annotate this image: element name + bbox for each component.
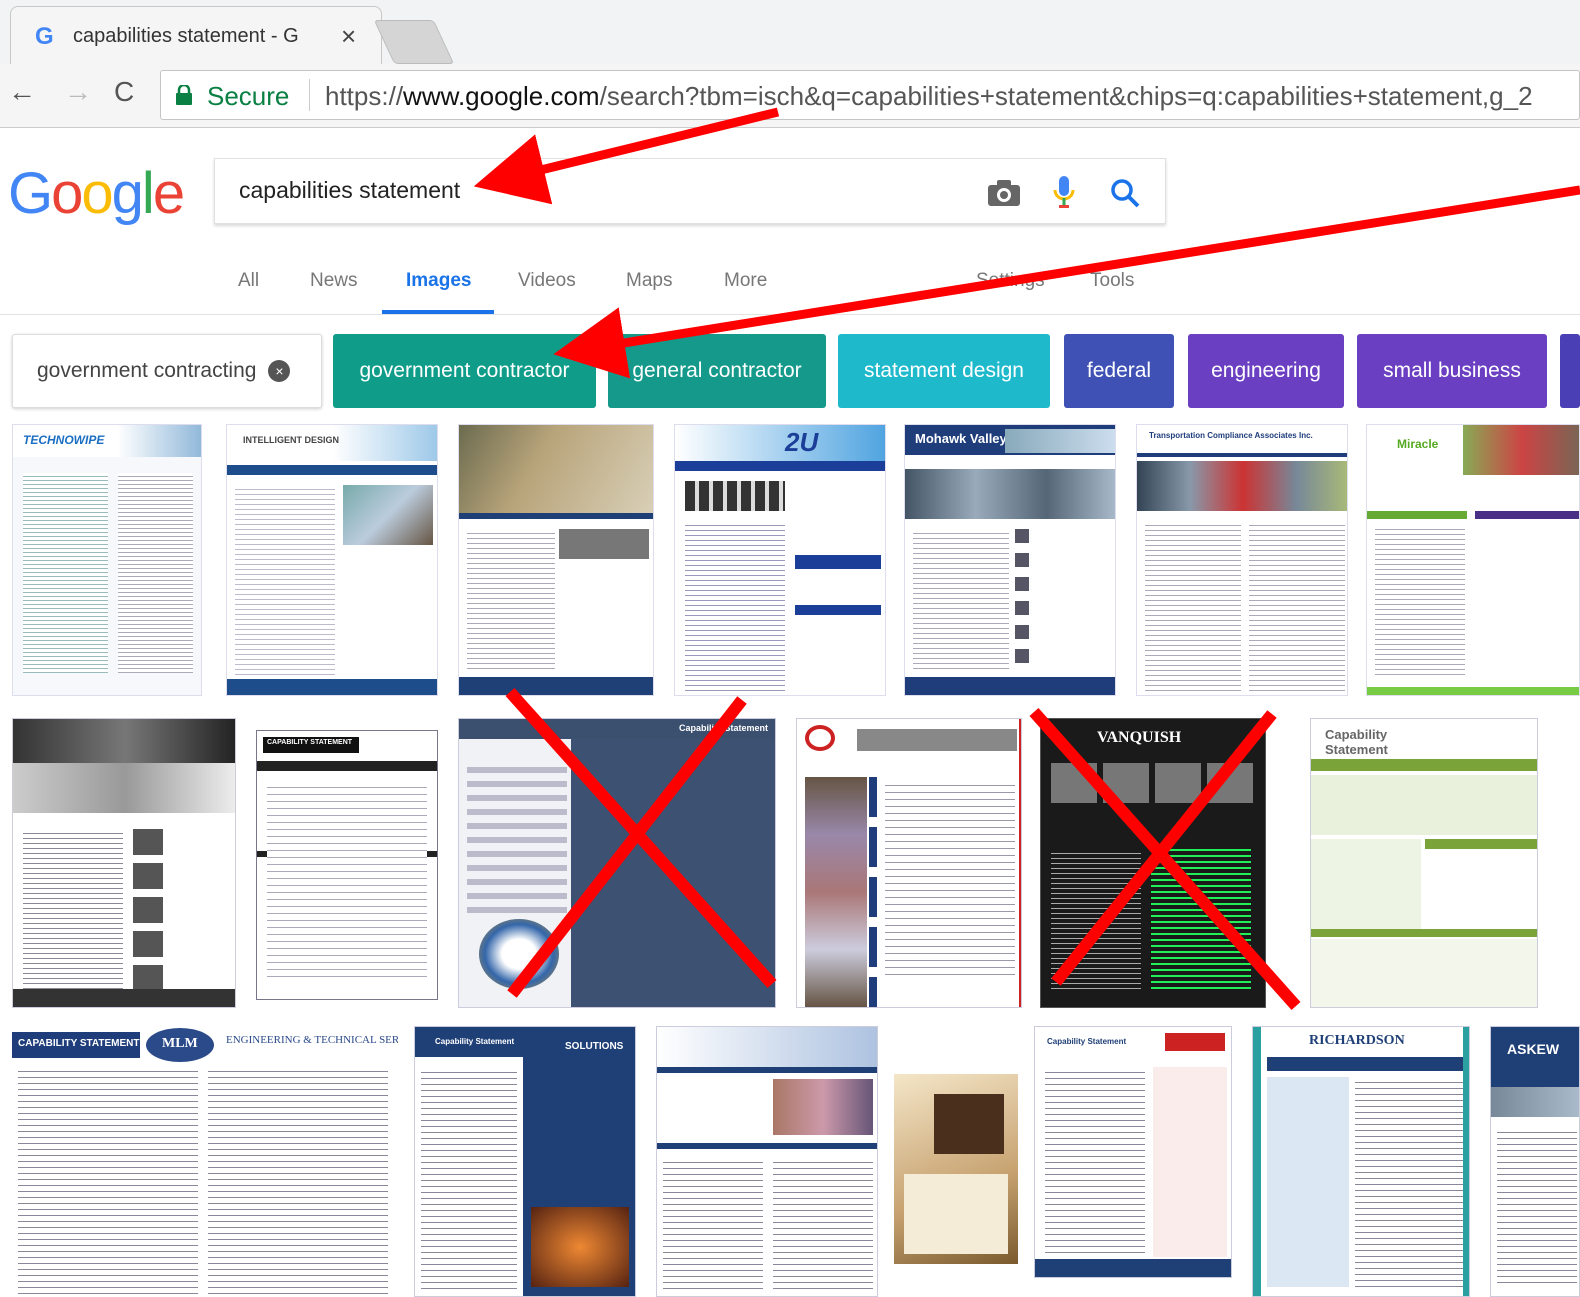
url-host: www.google.com xyxy=(403,81,600,111)
thumbnail-title: Miracle xyxy=(1397,437,1439,451)
result-thumbnail[interactable]: ASKEW xyxy=(1490,1026,1580,1297)
browser-tabstrip: G capabilities statement - G × xyxy=(0,0,1580,64)
result-thumbnail[interactable] xyxy=(12,718,236,1008)
tab-tools[interactable]: Tools xyxy=(1090,270,1134,292)
mic-icon[interactable] xyxy=(1053,175,1075,211)
browser-tab[interactable]: G capabilities statement - G × xyxy=(10,6,382,64)
address-divider xyxy=(309,79,310,111)
result-thumbnail[interactable]: VANQUISH xyxy=(1040,718,1266,1008)
result-thumbnail[interactable]: CAPABILITY STATEMENT xyxy=(256,730,438,1000)
google-favicon-icon: G xyxy=(35,23,54,50)
logo-letter: e xyxy=(152,161,185,226)
tab-images[interactable]: Images xyxy=(406,270,471,292)
thumbnail-title: Mohawk Valley xyxy=(915,431,1007,446)
remove-chip-icon[interactable]: × xyxy=(268,360,291,382)
url-text[interactable]: https://www.google.com/search?tbm=isch&q… xyxy=(325,81,1533,112)
thumbnail-title: TECHNOWIPE xyxy=(23,433,105,447)
thumbnail-title: CAPABILITY STATEMENT xyxy=(267,739,353,746)
thumbnail-title: Capability Statement xyxy=(1325,727,1388,757)
result-thumbnail[interactable]: Capability Statement xyxy=(458,718,776,1008)
chip-government-contractor[interactable]: government contractor xyxy=(333,334,596,408)
logo-letter: l xyxy=(141,161,155,226)
chip-engineering[interactable]: engineering xyxy=(1188,334,1344,408)
tab-videos[interactable]: Videos xyxy=(518,270,576,292)
chip-government-contracting[interactable]: government contracting × xyxy=(12,334,322,408)
tab-news[interactable]: News xyxy=(310,270,358,292)
chip-label: government contracting xyxy=(37,359,257,382)
result-thumbnail[interactable]: CAPABILITY STATEMENT MLM ENGINEERING & T… xyxy=(12,1026,398,1297)
result-thumbnail[interactable]: INTELLIGENT DESIGN xyxy=(226,424,438,696)
tab-more[interactable]: More xyxy=(724,270,767,292)
result-thumbnail[interactable]: 2U xyxy=(674,424,886,696)
tab-maps[interactable]: Maps xyxy=(626,270,672,292)
thumbnail-logo: MLM xyxy=(162,1036,198,1051)
secure-label: Secure xyxy=(207,81,290,111)
thumbnail-title: ASKEW xyxy=(1507,1041,1560,1057)
result-thumbnail[interactable]: Transportation Compliance Associates Inc… xyxy=(1136,424,1348,696)
chip-more[interactable] xyxy=(1560,334,1580,408)
search-box xyxy=(214,158,1166,224)
close-icon[interactable]: × xyxy=(341,21,356,52)
url-path: /search?tbm=isch&q=capabilities+statemen… xyxy=(599,81,1533,111)
logo-letter: o xyxy=(81,161,113,226)
result-thumbnail[interactable] xyxy=(796,718,1022,1008)
address-bar[interactable]: Secure https://www.google.com/search?tbm… xyxy=(160,70,1580,120)
reload-icon[interactable]: C xyxy=(114,76,134,108)
thumbnail-title: SOLUTIONS xyxy=(565,1041,624,1052)
refinement-chips: government contracting × government cont… xyxy=(0,334,1580,410)
camera-icon[interactable] xyxy=(987,179,1021,207)
thumbnail-title: Capability Statement xyxy=(435,1037,515,1046)
google-logo[interactable]: Google xyxy=(8,160,185,227)
result-thumbnail[interactable]: Capability Statement xyxy=(1310,718,1538,1008)
header-divider xyxy=(0,314,1580,315)
result-thumbnail[interactable] xyxy=(894,1074,1018,1264)
thumbnail-title: RICHARDSON xyxy=(1309,1033,1405,1048)
thumbnail-title: INTELLIGENT DESIGN xyxy=(243,435,340,445)
browser-toolbar: ← → C Secure https://www.google.com/sear… xyxy=(0,64,1580,128)
thumbnail-title: Capability Statement xyxy=(679,723,769,733)
tab-settings[interactable]: Settings xyxy=(976,270,1045,292)
result-thumbnail[interactable] xyxy=(458,424,654,696)
result-thumbnail[interactable]: TECHNOWIPE xyxy=(12,424,202,696)
chip-statement-design[interactable]: statement design xyxy=(838,334,1050,408)
thumbnail-title: Transportation Compliance Associates Inc… xyxy=(1149,431,1313,440)
back-arrow-icon[interactable]: ← xyxy=(8,76,36,108)
result-thumbnail[interactable]: Miracle xyxy=(1366,424,1580,696)
result-thumbnail[interactable] xyxy=(656,1026,878,1297)
result-thumbnail[interactable]: Mohawk Valley xyxy=(904,424,1116,696)
chip-small-business[interactable]: small business xyxy=(1357,334,1547,408)
result-thumbnail[interactable]: Capability Statement SOLUTIONS xyxy=(414,1026,636,1297)
thumbnail-title: CAPABILITY STATEMENT xyxy=(18,1038,140,1049)
logo-letter: G xyxy=(8,161,53,226)
lock-icon xyxy=(176,85,192,105)
thumbnail-title: ENGINEERING & TECHNICAL SERVICES xyxy=(226,1034,398,1046)
logo-letter: g xyxy=(111,161,144,226)
search-icon[interactable] xyxy=(1109,177,1141,209)
thumbnail-title: Capability Statement xyxy=(1047,1037,1127,1046)
search-type-tabs: All News Images Videos Maps More Setting… xyxy=(0,256,1580,314)
forward-arrow-icon[interactable]: → xyxy=(64,76,92,108)
search-input[interactable] xyxy=(239,177,939,204)
logo-letter: o xyxy=(51,161,83,226)
tab-title: capabilities statement - G xyxy=(73,25,299,47)
result-thumbnail[interactable]: Capability Statement xyxy=(1034,1026,1232,1278)
thumbnail-title: 2U xyxy=(785,427,819,457)
thumbnail-title: VANQUISH xyxy=(1097,729,1182,746)
url-scheme: https:// xyxy=(325,81,404,111)
chip-federal[interactable]: federal xyxy=(1064,334,1174,408)
chip-general-contractor[interactable]: general contractor xyxy=(608,334,826,408)
tab-all[interactable]: All xyxy=(238,270,259,292)
result-thumbnail[interactable]: RICHARDSON xyxy=(1252,1026,1470,1297)
new-tab-button[interactable] xyxy=(373,20,455,64)
